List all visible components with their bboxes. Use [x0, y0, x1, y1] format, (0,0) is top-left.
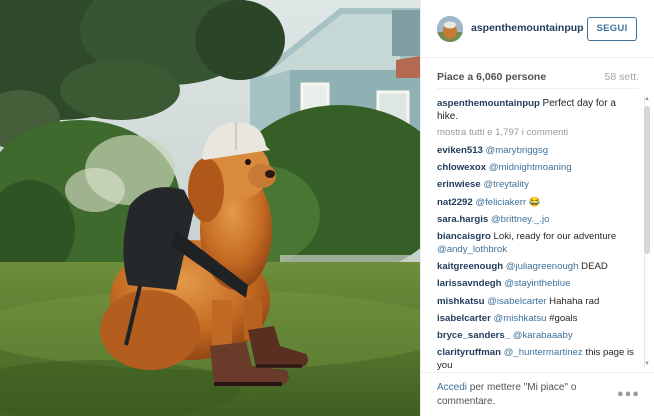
comment-username[interactable]: mishkatsu [437, 296, 484, 307]
login-link[interactable]: Accedi [437, 382, 467, 393]
comment-mention[interactable]: @mishkatsu [494, 313, 547, 324]
comment-item: chlowexox @midnightmoaning [437, 161, 637, 174]
comment-mention[interactable]: @isabelcarter [487, 296, 546, 307]
likes-row: Piace a 6,060 persone 58 sett. [437, 70, 639, 86]
comment-item: mishkatsu @isabelcarter Hahaha rad [437, 295, 637, 308]
comment-item: kaitgreenough @juliagreenough DEAD [437, 260, 637, 273]
login-prompt: Accedi per mettere "Mi piace" o commenta… [437, 381, 607, 408]
comment-item: erinwiese @treytality [437, 178, 637, 191]
scroll-thumb[interactable] [644, 106, 650, 254]
comment-mention[interactable]: @stayintheblue [504, 278, 570, 289]
comment-username[interactable]: chlowexox [437, 162, 486, 173]
comment-text: Hahaha rad [549, 295, 600, 307]
comment-mention[interactable]: @juliagreenough [506, 261, 579, 272]
post-header: aspenthemountainpup SEGUI [421, 0, 654, 58]
comments-list: aspenthemountainpup Perfect day for a hi… [437, 97, 637, 376]
comment-username[interactable]: kaitgreenough [437, 261, 503, 272]
comment-text: Loki, ready for our adventure [493, 230, 617, 242]
comment-username[interactable]: bryce_sanders_ [437, 330, 510, 341]
comment-text: #goals [549, 312, 578, 324]
comment-mention[interactable]: @feliciakerr [475, 197, 526, 208]
likes-count[interactable]: Piace a 6,060 persone [437, 71, 546, 83]
post-author-username[interactable]: aspenthemountainpup [471, 22, 584, 34]
comment-item: clarityruffman @_huntermartinez this pag… [437, 346, 637, 372]
comment-username[interactable]: erinwiese [437, 179, 481, 190]
scroll-up-arrow-icon[interactable]: ▲ [643, 96, 651, 103]
comment-item: bryce_sanders_ @karabaaaby [437, 329, 637, 342]
comment-mention[interactable]: @karabaaaby [513, 330, 573, 341]
comment-username[interactable]: eviken513 [437, 145, 483, 156]
comment-item: sara.hargis @brittney._.jo [437, 213, 637, 226]
caption-username[interactable]: aspenthemountainpup [437, 98, 540, 109]
comment-text: 😂 [528, 196, 541, 208]
comment-item: larissavndegh @stayintheblue [437, 277, 637, 290]
comment-username[interactable]: isabelcarter [437, 313, 491, 324]
comment-username[interactable]: nat2292 [437, 197, 473, 208]
post-age[interactable]: 58 sett. [605, 71, 639, 83]
post-details-panel: aspenthemountainpup SEGUI Piace a 6,060 … [420, 0, 654, 416]
post-photo[interactable] [0, 0, 420, 416]
comment-text: DEAD [581, 261, 608, 273]
caption: aspenthemountainpup Perfect day for a hi… [437, 97, 637, 123]
comment-mention[interactable]: @andy_lothbrok [437, 244, 507, 255]
comment-item: isabelcarter @mishkatsu #goals [437, 312, 637, 325]
divider [437, 88, 639, 89]
scroll-down-arrow-icon[interactable]: ▼ [643, 361, 651, 368]
comment-username[interactable]: larissavndegh [437, 278, 502, 289]
comment-mention[interactable]: @brittney._.jo [491, 214, 550, 225]
comment-username[interactable]: sara.hargis [437, 214, 488, 225]
avatar[interactable] [437, 16, 463, 42]
post-footer: Accedi per mettere "Mi piace" o commenta… [421, 372, 654, 416]
comment-username[interactable]: clarityruffman [437, 347, 501, 358]
follow-button[interactable]: SEGUI [587, 17, 637, 41]
more-options-icon[interactable]: ●●● [617, 388, 640, 400]
comment-mention[interactable]: @marybriggsg [486, 145, 549, 156]
comment-item: nat2292 @feliciakerr 😂 [437, 196, 637, 209]
comment-item: biancaisgro Loki, ready for our adventur… [437, 230, 637, 256]
comment-username[interactable]: biancaisgro [437, 231, 491, 242]
comment-item: eviken513 @marybriggsg [437, 144, 637, 157]
photo-image [0, 0, 420, 416]
show-all-comments-link[interactable]: mostra tutti e 1,797 i commenti [437, 126, 637, 139]
comment-mention[interactable]: @_huntermartinez [504, 347, 583, 358]
comment-mention[interactable]: @treytality [483, 179, 528, 190]
comments-scrollbar[interactable]: ▲ ▼ [643, 96, 651, 368]
comment-mention[interactable]: @midnightmoaning [489, 162, 572, 173]
avatar-image [437, 16, 463, 42]
